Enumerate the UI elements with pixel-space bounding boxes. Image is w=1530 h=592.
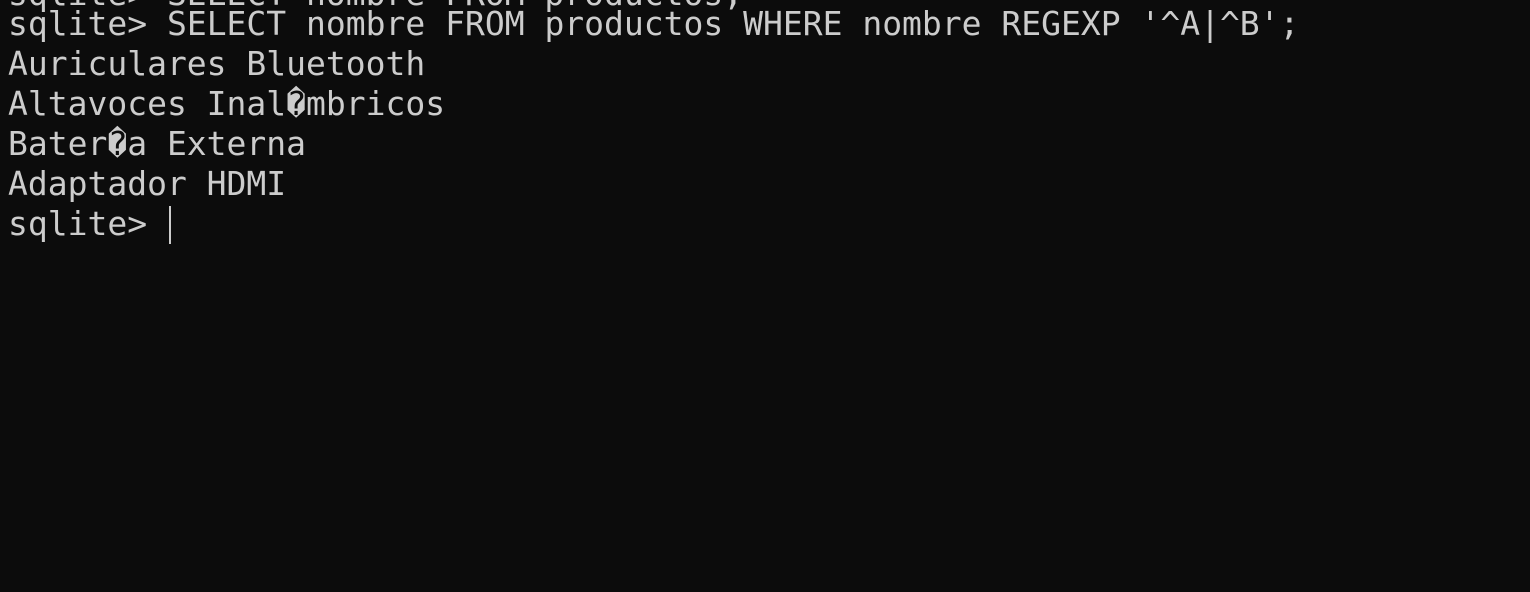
result-row: Bater�a Externa (8, 124, 307, 163)
current-prompt: sqlite> (8, 204, 167, 243)
text-cursor (168, 206, 171, 244)
terminal-window[interactable]: sqlite> SELECT nombre FROM productos; sq… (0, 0, 1530, 592)
input-line[interactable]: sqlite> (8, 204, 1299, 244)
terminal-output: sqlite> SELECT nombre FROM productos WHE… (8, 4, 1299, 244)
sql-command: SELECT nombre FROM productos WHERE nombr… (166, 4, 1300, 43)
command-line: sqlite> SELECT nombre FROM productos WHE… (8, 4, 1299, 44)
result-row: Auriculares Bluetooth (8, 44, 426, 83)
prompt: sqlite> (8, 4, 167, 43)
result-row: Adaptador HDMI (8, 164, 287, 203)
result-row: Altavoces Inal�mbricos (8, 84, 446, 123)
